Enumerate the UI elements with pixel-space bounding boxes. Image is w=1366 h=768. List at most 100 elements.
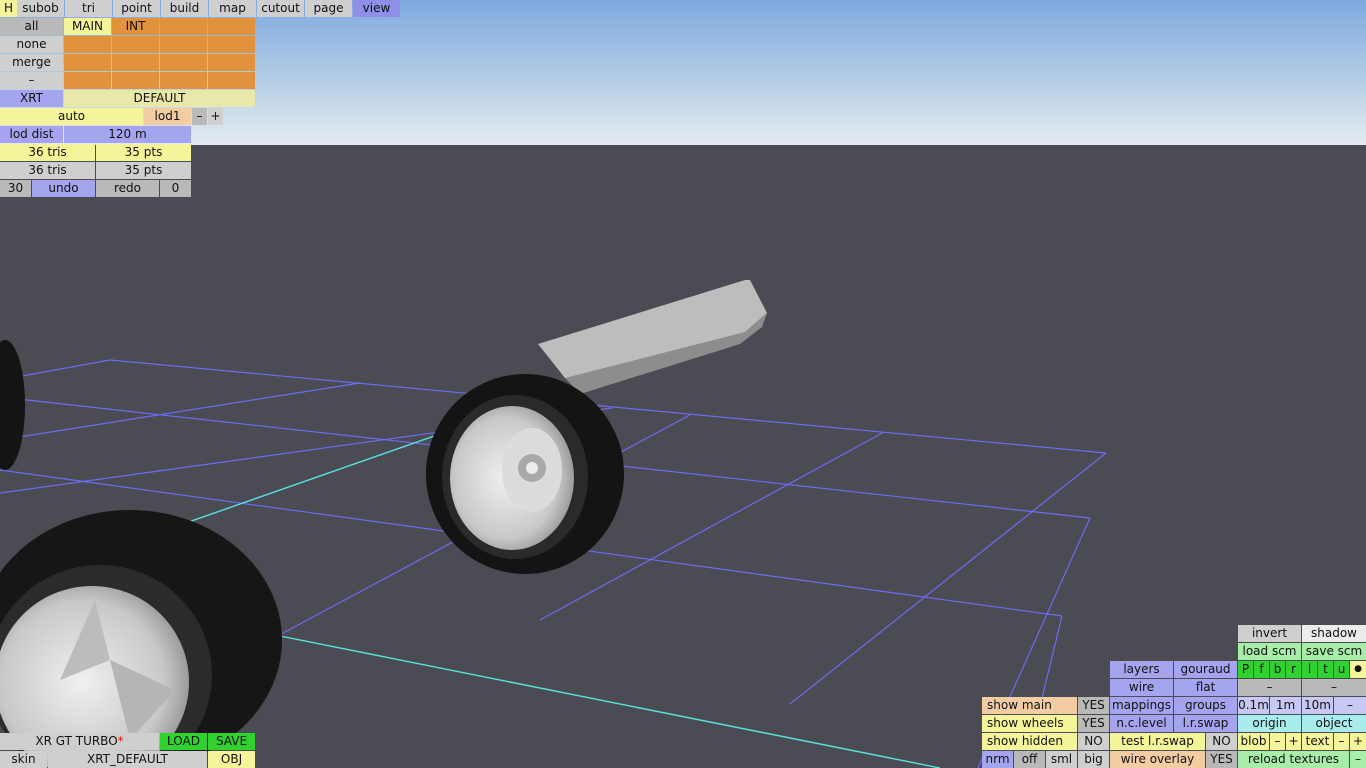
lod-dist-label: lod dist [0, 126, 63, 143]
save-scm-button[interactable]: save scm [1302, 643, 1366, 660]
text-minus-button[interactable]: – [1334, 733, 1349, 750]
load-button[interactable]: LOAD [160, 733, 207, 750]
subobject-slot[interactable] [208, 54, 255, 71]
point-count: 35 pts [96, 144, 191, 161]
wire-button[interactable]: wire [1110, 679, 1173, 696]
subobject-slot[interactable] [64, 54, 111, 71]
redo-button[interactable]: redo [96, 180, 159, 197]
view-under[interactable]: u [1334, 661, 1349, 678]
blob-label: blob [1238, 733, 1269, 750]
merge-button[interactable]: merge [0, 54, 63, 71]
load-scm-button[interactable]: load scm [1238, 643, 1301, 660]
subobject-slot[interactable] [160, 18, 207, 35]
gouraud-button[interactable]: gouraud [1174, 661, 1237, 678]
undo-button[interactable]: undo [32, 180, 95, 197]
show-hidden-label: show hidden [982, 733, 1077, 750]
redo-count: 0 [160, 180, 191, 197]
reload-minus-button[interactable]: – [1350, 751, 1366, 768]
menu-map[interactable]: map [209, 0, 256, 17]
subobject-slot[interactable] [208, 72, 255, 89]
show-main-label: show main [982, 697, 1077, 714]
blob-plus-button[interactable]: + [1286, 733, 1301, 750]
lod-auto-button[interactable]: auto [0, 108, 143, 125]
obj-button[interactable]: OBJ [208, 751, 255, 768]
text-plus-button[interactable]: + [1350, 733, 1366, 750]
subobject-slot[interactable] [160, 72, 207, 89]
shadow-button[interactable]: shadow [1302, 625, 1366, 642]
home-button[interactable]: H [0, 0, 17, 17]
lod-plus-button[interactable]: + [208, 108, 223, 125]
scale-0.1m[interactable]: 0.1m [1238, 697, 1269, 714]
undo-count: 30 [0, 180, 31, 197]
groups-button[interactable]: groups [1174, 697, 1237, 714]
menu-page[interactable]: page [305, 0, 352, 17]
car-code-button[interactable]: XRT [0, 90, 63, 107]
size-sml[interactable]: sml [1046, 751, 1077, 768]
subobject-slot[interactable] [160, 54, 207, 71]
car-name-label: XR GT TURBO [35, 734, 118, 748]
scale-1m[interactable]: 1m [1270, 697, 1301, 714]
size-big[interactable]: big [1078, 751, 1109, 768]
lod-minus-button[interactable]: – [192, 108, 207, 125]
scale-10m[interactable]: 10m [1302, 697, 1333, 714]
subobject-slot[interactable] [160, 36, 207, 53]
scale-minus[interactable]: – [1334, 697, 1366, 714]
subobject-slot[interactable] [112, 72, 159, 89]
subobject-slot[interactable] [112, 36, 159, 53]
invert-button[interactable]: invert [1238, 625, 1301, 642]
view-back[interactable]: b [1270, 661, 1285, 678]
layers-button[interactable]: layers [1110, 661, 1173, 678]
object-button[interactable]: object [1302, 715, 1366, 732]
total-tri-count: 36 tris [0, 162, 95, 179]
size-off[interactable]: off [1014, 751, 1045, 768]
size-nrm[interactable]: nrm [982, 751, 1013, 768]
show-main-toggle[interactable]: YES [1078, 697, 1109, 714]
show-wheels-toggle[interactable]: YES [1078, 715, 1109, 732]
view-perspective[interactable]: P [1238, 661, 1253, 678]
dot-icon[interactable]: ● [1350, 661, 1366, 678]
menu-build[interactable]: build [161, 0, 208, 17]
subobject-main[interactable]: MAIN [64, 18, 111, 35]
menu-view[interactable]: view [353, 0, 400, 17]
skin-button[interactable]: skin [0, 751, 47, 768]
lr-swap-button[interactable]: l.r.swap [1174, 715, 1237, 732]
select-none-button[interactable]: none [0, 36, 63, 53]
view-left[interactable]: l [1302, 661, 1317, 678]
flat-button[interactable]: flat [1174, 679, 1237, 696]
wire-overlay-label: wire overlay [1110, 751, 1205, 768]
mappings-button[interactable]: mappings [1110, 697, 1173, 714]
blob-minus-button[interactable]: – [1270, 733, 1285, 750]
option-dash-1[interactable]: – [1238, 679, 1301, 696]
lod-select[interactable]: lod1 [144, 108, 191, 125]
view-right[interactable]: r [1286, 661, 1301, 678]
wire-overlay-toggle[interactable]: YES [1206, 751, 1237, 768]
show-hidden-toggle[interactable]: NO [1078, 733, 1109, 750]
subobject-slot[interactable] [64, 36, 111, 53]
save-button[interactable]: SAVE [208, 733, 255, 750]
menu-subob[interactable]: subob [17, 0, 64, 17]
view-front[interactable]: f [1254, 661, 1269, 678]
view-top[interactable]: t [1318, 661, 1333, 678]
menu-point[interactable]: point [113, 0, 160, 17]
total-point-count: 35 pts [96, 162, 191, 179]
subobject-slot[interactable] [208, 18, 255, 35]
lod-dist-value[interactable]: 120 m [64, 126, 191, 143]
menu-tri[interactable]: tri [65, 0, 112, 17]
menu-cutout[interactable]: cutout [257, 0, 304, 17]
subobject-slot[interactable] [64, 72, 111, 89]
nc-level-button[interactable]: n.c.level [1110, 715, 1173, 732]
subobject-slot[interactable] [208, 36, 255, 53]
remove-button[interactable]: – [0, 72, 63, 89]
select-all-button[interactable]: all [0, 18, 63, 35]
test-lr-swap-label: test l.r.swap [1110, 733, 1205, 750]
subobject-slot[interactable] [112, 54, 159, 71]
reload-textures-button[interactable]: reload textures [1238, 751, 1349, 768]
text-label: text [1302, 733, 1333, 750]
origin-button[interactable]: origin [1238, 715, 1301, 732]
test-lr-swap-toggle[interactable]: NO [1206, 733, 1237, 750]
option-dash-2[interactable]: – [1302, 679, 1366, 696]
car-name: XR GT TURBO* [0, 733, 159, 750]
skin-name[interactable]: XRT_DEFAULT [48, 751, 207, 768]
subobject-int[interactable]: INT [112, 18, 159, 35]
skin-default-button[interactable]: DEFAULT [64, 90, 255, 107]
